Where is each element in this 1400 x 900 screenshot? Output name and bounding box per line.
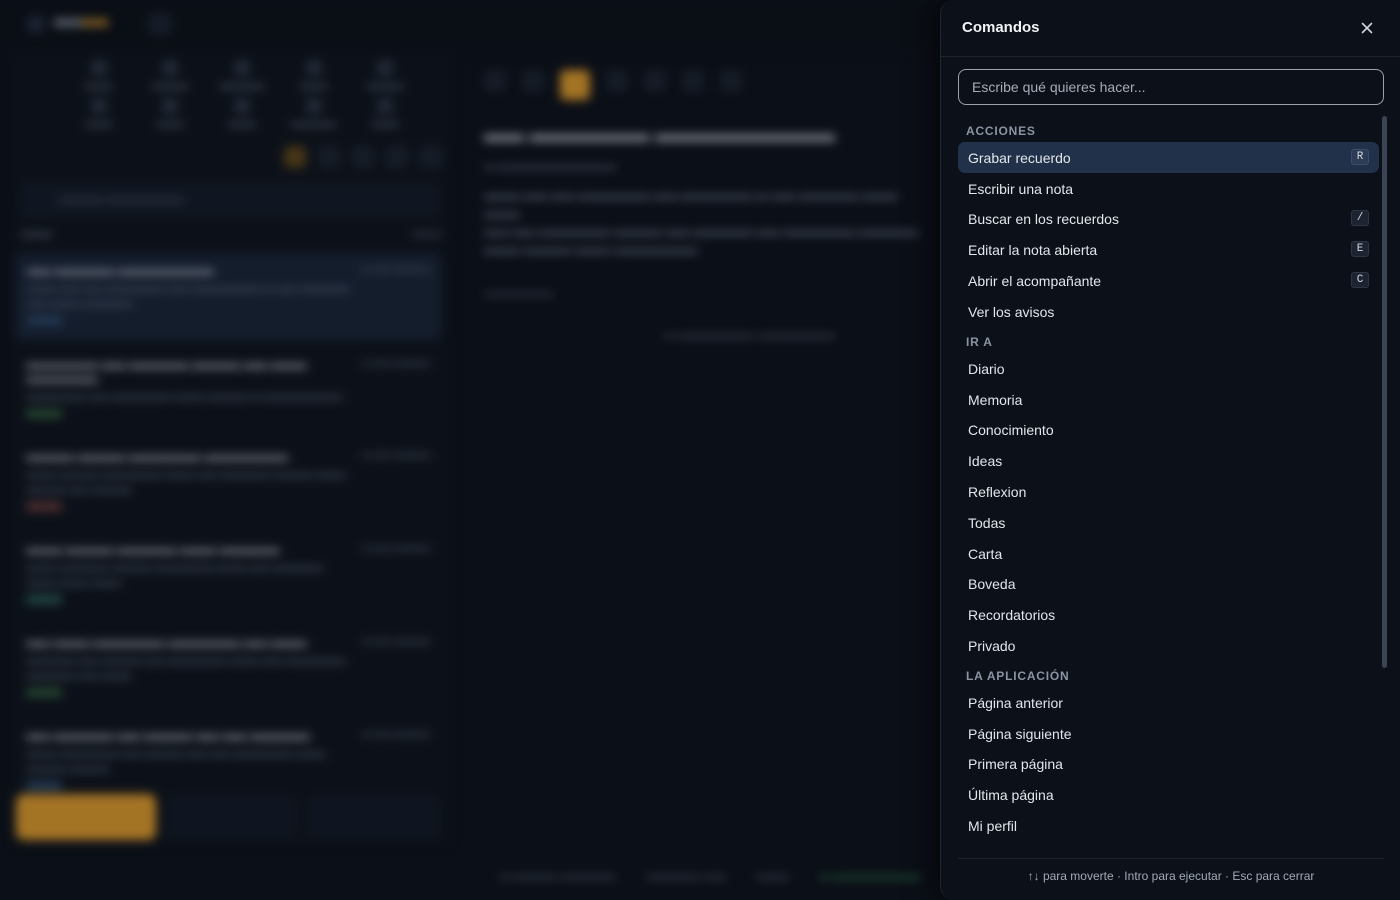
- command-editar-nota[interactable]: Editar la nota abierta E: [958, 234, 1379, 265]
- import-button-blurred: [308, 796, 438, 838]
- command-label: Escribir una nota: [968, 180, 1074, 197]
- notes-count: ▬▬▬: [412, 228, 442, 239]
- list-item: ▬ ▬▬ ▬▬▬▬ ▬▬ ▬▬▬▬▬ ▬▬ ▬▬▬▬ ▬▬ ▬▬ ▬▬▬▬▬ ▬▬…: [16, 720, 440, 803]
- menu-icon: [148, 12, 172, 36]
- category-nav: ▬▬▬ ▬▬▬▬ ▬▬▬▬▬ ▬▬▬ ▬▬▬▬ ▬▬▬ ▬▬▬ ▬▬▬ ▬▬▬▬…: [72, 60, 412, 136]
- command-label: Carta: [968, 545, 1003, 562]
- sidebar-actions: [16, 794, 446, 842]
- notes-search: ▬▬▬▬ ▬▬▬▬▬▬▬: [22, 184, 438, 216]
- notes-list: ▬ ▬▬ ▬▬▬▬ ▬▬ ▬▬▬▬▬ ▬▬▬▬▬▬▬▬ ▬▬▬ ▬▬ ▬▬ ▬▬▬…: [16, 254, 440, 813]
- command-label: Buscar en los recuerdos: [968, 210, 1119, 227]
- command-label: Última página: [968, 786, 1054, 803]
- app-pagina-siguiente[interactable]: Página siguiente: [958, 718, 1379, 749]
- command-label: Privado: [968, 637, 1016, 654]
- command-label: Boveda: [968, 575, 1016, 592]
- command-label: Primera página: [968, 755, 1063, 772]
- status-bar: ▬ ▬▬▬▬ ▬▬▬▬▬ ▬▬▬▬▬ ▬▬ ▬▬▬ ▬ ▬▬▬▬▬▬▬▬: [500, 870, 922, 882]
- shortcut-key: R: [1351, 149, 1369, 165]
- command-label: Conocimiento: [968, 421, 1054, 438]
- app-ultima-pagina[interactable]: Última página: [958, 779, 1379, 810]
- command-palette: Comandos ACCIONES Grabar recuerdo R Escr…: [940, 0, 1400, 900]
- command-label: Editar la nota abierta: [968, 241, 1098, 258]
- note-attachments-label: ▬▬▬▬▬▬▬: [484, 288, 554, 299]
- app-pagina-anterior[interactable]: Página anterior: [958, 687, 1379, 718]
- command-label: Mi perfil: [968, 817, 1018, 834]
- keyboard-hint: ↑↓ para moverte · Intro para ejecutar · …: [1027, 869, 1315, 883]
- command-label: Página siguiente: [968, 725, 1072, 742]
- command-label: Recordatorios: [968, 606, 1056, 623]
- command-abrir-acompanante[interactable]: Abrir el acompañante C: [958, 265, 1379, 296]
- view-toolbar: [284, 146, 442, 168]
- command-label: Memoria: [968, 391, 1023, 408]
- notes-sidebar: ▬▬▬ ▬▬▬▬ ▬▬▬▬▬ ▬▬▬ ▬▬▬▬ ▬▬▬ ▬▬▬ ▬▬▬ ▬▬▬▬…: [12, 56, 450, 846]
- palette-header: Comandos: [941, 0, 1400, 57]
- group-label-la-aplicacion: LA APLICACIÓN: [966, 669, 1070, 683]
- command-label: Todas: [968, 514, 1006, 531]
- list-item: ▬ ▬▬ ▬▬▬▬ ▬▬ ▬▬▬▬▬ ▬▬▬▬▬▬▬▬ ▬▬▬ ▬▬ ▬▬ ▬▬▬…: [16, 254, 440, 339]
- write-button-blurred: [166, 796, 296, 838]
- notes-section-label: ▬▬▬: [22, 228, 52, 239]
- command-escribir-nota[interactable]: Escribir una nota: [958, 173, 1379, 204]
- command-label: Grabar recuerdo: [968, 149, 1071, 166]
- command-grabar-recuerdo[interactable]: Grabar recuerdo R: [958, 142, 1379, 173]
- nav-diario[interactable]: Diario: [958, 353, 1379, 384]
- nav-reflexion[interactable]: Reflexion: [958, 476, 1379, 507]
- nav-memoria[interactable]: Memoria: [958, 384, 1379, 415]
- command-ver-avisos[interactable]: Ver los avisos: [958, 296, 1379, 327]
- nav-todas[interactable]: Todas: [958, 507, 1379, 538]
- nav-privado[interactable]: Privado: [958, 630, 1379, 661]
- close-icon: [1361, 22, 1373, 34]
- app-logo: ■■■■■■: [54, 14, 109, 31]
- list-item: ▬ ▬▬ ▬▬▬▬ ▬▬ ▬▬▬ ▬▬▬▬▬▬ ▬▬▬▬▬▬ ▬▬ ▬▬▬ ▬▬▬…: [16, 627, 440, 710]
- list-item: ▬ ▬▬ ▬▬▬▬ ▬▬▬▬▬▬ ▬▬ ▬▬▬▬▬ ▬▬▬▬ ▬▬ ▬▬▬ ▬▬▬▬…: [16, 349, 440, 431]
- close-button[interactable]: [1353, 16, 1381, 40]
- palette-scrollbar[interactable]: [1382, 116, 1387, 668]
- note-view: ▬▬ ▬▬▬▬▬▬ ▬▬▬▬▬▬▬▬▬ ▬ ▬▬▬▬▬▬▬▬▬▬▬▬ ▬▬▬ ▬…: [464, 56, 944, 846]
- command-label: Página anterior: [968, 694, 1063, 711]
- shortcut-key: E: [1351, 241, 1369, 257]
- nav-recordatorios[interactable]: Recordatorios: [958, 599, 1379, 630]
- command-buscar-recuerdos[interactable]: Buscar en los recuerdos /: [958, 203, 1379, 234]
- app-mi-perfil[interactable]: Mi perfil: [958, 810, 1379, 841]
- command-label: Reflexion: [968, 483, 1027, 500]
- attach-files-blurred: ▬ ▬▬▬▬▬▬▬ ▬▬▬▬▬▬▬: [664, 329, 836, 341]
- note-body: ▬▬▬ ▬▬ ▬▬ ▬▬▬▬▬▬ ▬▬ ▬▬▬▬▬▬ ▬ ▬▬ ▬▬▬▬▬ ▬▬…: [484, 188, 919, 256]
- palette-title: Comandos: [962, 19, 1040, 36]
- palette-footer: ↑↓ para moverte · Intro para ejecutar · …: [958, 858, 1384, 883]
- note-toolbar: [464, 56, 944, 114]
- list-item: ▬ ▬▬ ▬▬▬▬ ▬▬▬▬ ▬▬▬▬ ▬▬▬▬▬▬ ▬▬▬▬▬▬▬ ▬▬▬ ▬▬…: [16, 441, 440, 524]
- nav-conocimiento[interactable]: Conocimiento: [958, 414, 1379, 445]
- group-label-ir-a: IR A: [966, 335, 993, 349]
- list-item: ▬ ▬▬ ▬▬▬▬ ▬▬▬ ▬▬▬▬ ▬▬▬▬▬ ▬▬▬ ▬▬▬▬▬ ▬▬▬ ▬▬…: [16, 534, 440, 617]
- nav-boveda[interactable]: Boveda: [958, 568, 1379, 599]
- group-label-acciones: ACCIONES: [966, 124, 1036, 138]
- shortcut-key: /: [1351, 210, 1369, 226]
- command-label: Abrir el acompañante: [968, 272, 1102, 289]
- note-title: ▬▬ ▬▬▬▬▬▬ ▬▬▬▬▬▬▬▬▬: [484, 124, 836, 146]
- note-subtitle: ▬ ▬▬▬▬▬▬▬▬▬▬▬▬: [484, 161, 617, 172]
- nav-ideas[interactable]: Ideas: [958, 445, 1379, 476]
- app-primera-pagina[interactable]: Primera página: [958, 748, 1379, 779]
- record-button-blurred: [16, 794, 156, 840]
- app-logo-icon: [26, 14, 46, 34]
- command-label: Ver los avisos: [968, 303, 1055, 320]
- command-label: Diario: [968, 360, 1005, 377]
- command-label: Ideas: [968, 452, 1003, 469]
- shortcut-key: C: [1351, 272, 1369, 288]
- command-search-input[interactable]: [958, 69, 1384, 105]
- nav-carta[interactable]: Carta: [958, 538, 1379, 569]
